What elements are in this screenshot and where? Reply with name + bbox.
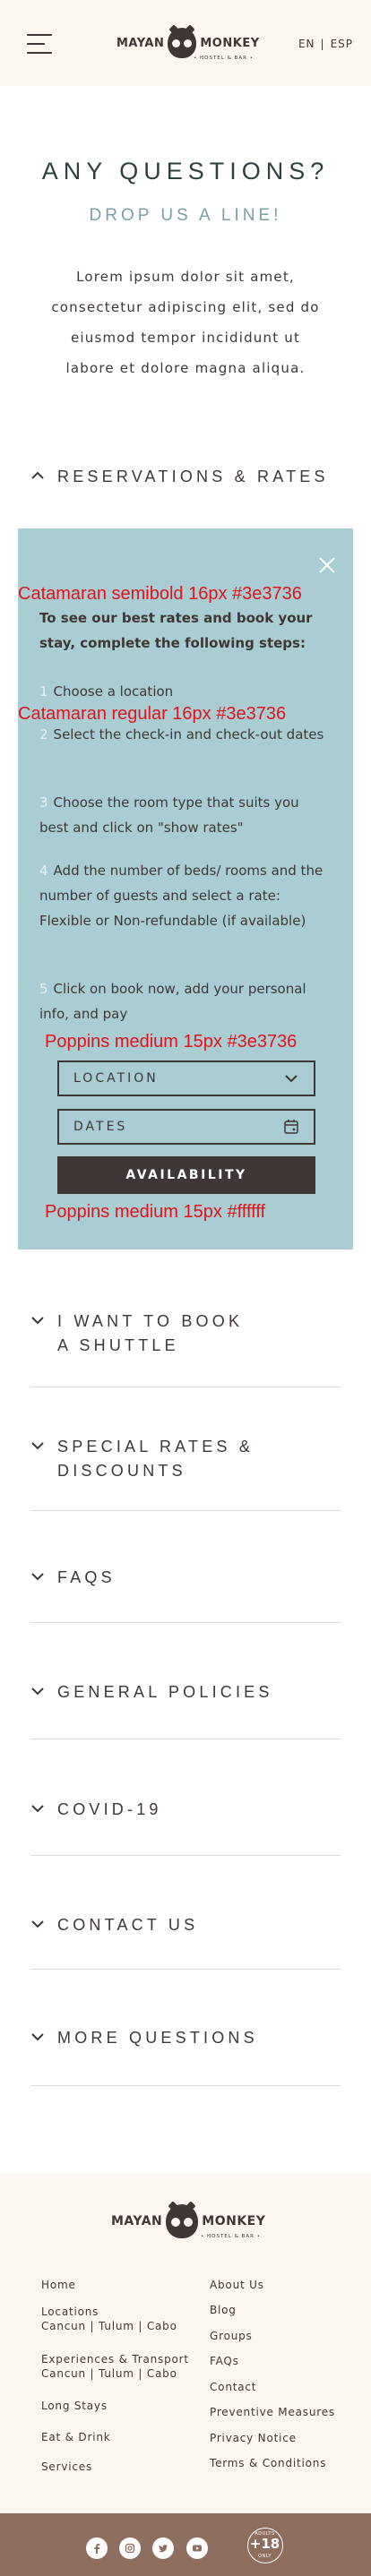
availability-button[interactable]: AVAILABILITY	[57, 1156, 315, 1194]
accordion-faqs[interactable]: FAQS	[30, 1566, 341, 1590]
step-item: 5 Click on book now, add your personal in…	[39, 981, 306, 1022]
chevron-down-icon	[31, 1317, 44, 1325]
reservations-panel: To see our best rates and book your stay…	[18, 528, 353, 1249]
badge-number: +18	[249, 2536, 280, 2552]
lang-separator: |	[320, 38, 325, 50]
accordion-label: DISCOUNTS	[57, 1462, 186, 1480]
accordion-shuttle[interactable]: I WANT TO BOOK A SHUTTLE	[30, 1309, 341, 1358]
accordion-label: RESERVATIONS & RATES	[57, 468, 329, 485]
location-select[interactable]: LOCATION	[57, 1060, 315, 1096]
youtube-icon[interactable]	[186, 2537, 208, 2559]
booking-intro: To see our best rates and book your stay…	[39, 610, 313, 651]
dates-field-value: DATES	[73, 1120, 128, 1134]
footer-link-experiences-sub[interactable]: Cancun | Tulum | Cabo	[41, 2367, 177, 2380]
dates-field[interactable]: DATES	[57, 1109, 315, 1145]
accordion-special-rates[interactable]: SPECIAL RATES & DISCOUNTS	[30, 1435, 341, 1483]
monkey-logo-icon	[168, 24, 197, 58]
footer-link-privacy[interactable]: Privacy Notice	[210, 2432, 297, 2444]
step-item: 1 Choose a location	[39, 683, 174, 700]
facebook-icon[interactable]	[86, 2537, 108, 2559]
chevron-down-icon	[285, 1075, 298, 1083]
divider	[30, 1969, 341, 1970]
accordion-label: GENERAL POLICIES	[57, 1683, 273, 1701]
footer-social-bar: ADULTS +18 ONLY	[0, 2513, 371, 2576]
footer-link-experiences[interactable]: Experiences & Transport	[41, 2353, 189, 2366]
accordion-label: MORE QUESTIONS	[57, 2029, 258, 2047]
footer-link-eat-drink[interactable]: Eat & Drink	[41, 2431, 111, 2443]
footer-link-long-stays[interactable]: Long Stays	[41, 2400, 108, 2412]
footer-link-faqs[interactable]: FAQs	[210, 2355, 239, 2367]
footer-link-blog[interactable]: Blog	[210, 2304, 237, 2316]
brand-subtitle: • HOSTEL & BAR •	[201, 2234, 261, 2239]
instagram-icon[interactable]	[119, 2537, 141, 2559]
step-item: 3 Choose the room type that suits you bes…	[39, 794, 299, 836]
chevron-down-icon	[31, 1805, 44, 1813]
accordion-label: COVID-19	[57, 1800, 162, 1818]
badge-bottom-text: ONLY	[258, 2554, 272, 2559]
annotation-button-font: Poppins medium 15px #ffffff	[45, 1202, 266, 1222]
footer-link-locations-sub[interactable]: Cancun | Tulum | Cabo	[41, 2320, 177, 2332]
page-subtitle: DROP US A LINE!	[89, 206, 282, 225]
footer-link-preventive[interactable]: Preventive Measures	[210, 2406, 335, 2418]
chevron-down-icon	[31, 2033, 44, 2041]
accordion-covid[interactable]: COVID-19	[30, 1798, 341, 1822]
accordion-label: A SHUTTLE	[57, 1336, 179, 1354]
accordion-label: I WANT TO BOOK	[57, 1312, 244, 1330]
accordion-contact[interactable]: CONTACT US	[30, 1913, 341, 1937]
site-footer: MAYAN MONKEY • HOSTEL & BAR • Home Locat…	[0, 2173, 371, 2513]
brand-logo[interactable]: MAYAN MONKEY • HOSTEL & BAR •	[116, 24, 260, 61]
divider	[30, 1855, 341, 1856]
page-title: ANY QUESTIONS?	[41, 158, 330, 185]
annotation-body-font: Catamaran regular 16px #3e3736	[18, 704, 287, 724]
accordion-general-policies[interactable]: GENERAL POLICIES	[30, 1680, 341, 1704]
accordion-label: FAQS	[57, 1568, 116, 1586]
language-switcher: EN | ESP	[298, 38, 353, 50]
divider	[30, 1510, 341, 1511]
adults-only-badge: ADULTS +18 ONLY	[247, 2528, 283, 2563]
step-item: 2 Select the check-in and check-out dates	[39, 726, 324, 743]
annotation-heading-font: Catamaran semibold 16px #3e3736	[18, 584, 302, 604]
intro-paragraph: Lorem ipsum dolor sit amet, consectetur …	[51, 269, 320, 376]
accordion-more-questions[interactable]: MORE QUESTIONS	[30, 2026, 341, 2050]
accordion-label: SPECIAL RATES &	[57, 1438, 255, 1455]
accordion-reservations[interactable]: RESERVATIONS & RATES	[30, 465, 341, 489]
footer-link-about[interactable]: About Us	[210, 2279, 264, 2291]
monkey-logo-icon	[166, 2201, 199, 2238]
calendar-icon	[284, 1120, 298, 1134]
brand-name-left: MAYAN	[116, 36, 165, 50]
divider	[30, 1622, 341, 1623]
brand-name-right: MONKEY	[200, 36, 260, 50]
chevron-up-icon	[31, 471, 44, 479]
footer-link-groups[interactable]: Groups	[210, 2330, 253, 2342]
chevron-down-icon	[31, 1442, 44, 1450]
twitter-icon[interactable]	[152, 2537, 174, 2559]
hamburger-menu-icon[interactable]	[27, 34, 52, 54]
footer-link-terms[interactable]: Terms & Conditions	[210, 2457, 326, 2469]
brand-name-right: MONKEY	[202, 2214, 266, 2228]
divider	[30, 2085, 341, 2086]
location-select-value: LOCATION	[73, 1071, 159, 1086]
accordion-label: CONTACT US	[57, 1916, 199, 1934]
step-item: 4 Add the number of beds/ rooms and the n…	[39, 863, 324, 929]
brand-subtitle: • HOSTEL & BAR •	[194, 56, 254, 61]
footer-link-contact[interactable]: Contact	[210, 2381, 256, 2393]
annotation-field-font: Poppins medium 15px #3e3736	[45, 1032, 298, 1052]
footer-link-home[interactable]: Home	[41, 2279, 76, 2291]
chevron-down-icon	[31, 1573, 44, 1581]
lang-esp-link[interactable]: ESP	[331, 38, 353, 50]
footer-link-locations[interactable]: Locations	[41, 2306, 99, 2318]
close-icon[interactable]	[317, 555, 337, 575]
footer-brand-logo[interactable]: MAYAN MONKEY • HOSTEL & BAR •	[111, 2201, 266, 2241]
site-header: MAYAN MONKEY • HOSTEL & BAR • EN | ESP	[0, 0, 371, 86]
brand-name-left: MAYAN	[111, 2214, 163, 2228]
chevron-down-icon	[31, 1687, 44, 1696]
lang-en-link[interactable]: EN	[298, 38, 315, 50]
chevron-down-icon	[31, 1920, 44, 1928]
footer-link-services[interactable]: Services	[41, 2460, 92, 2473]
